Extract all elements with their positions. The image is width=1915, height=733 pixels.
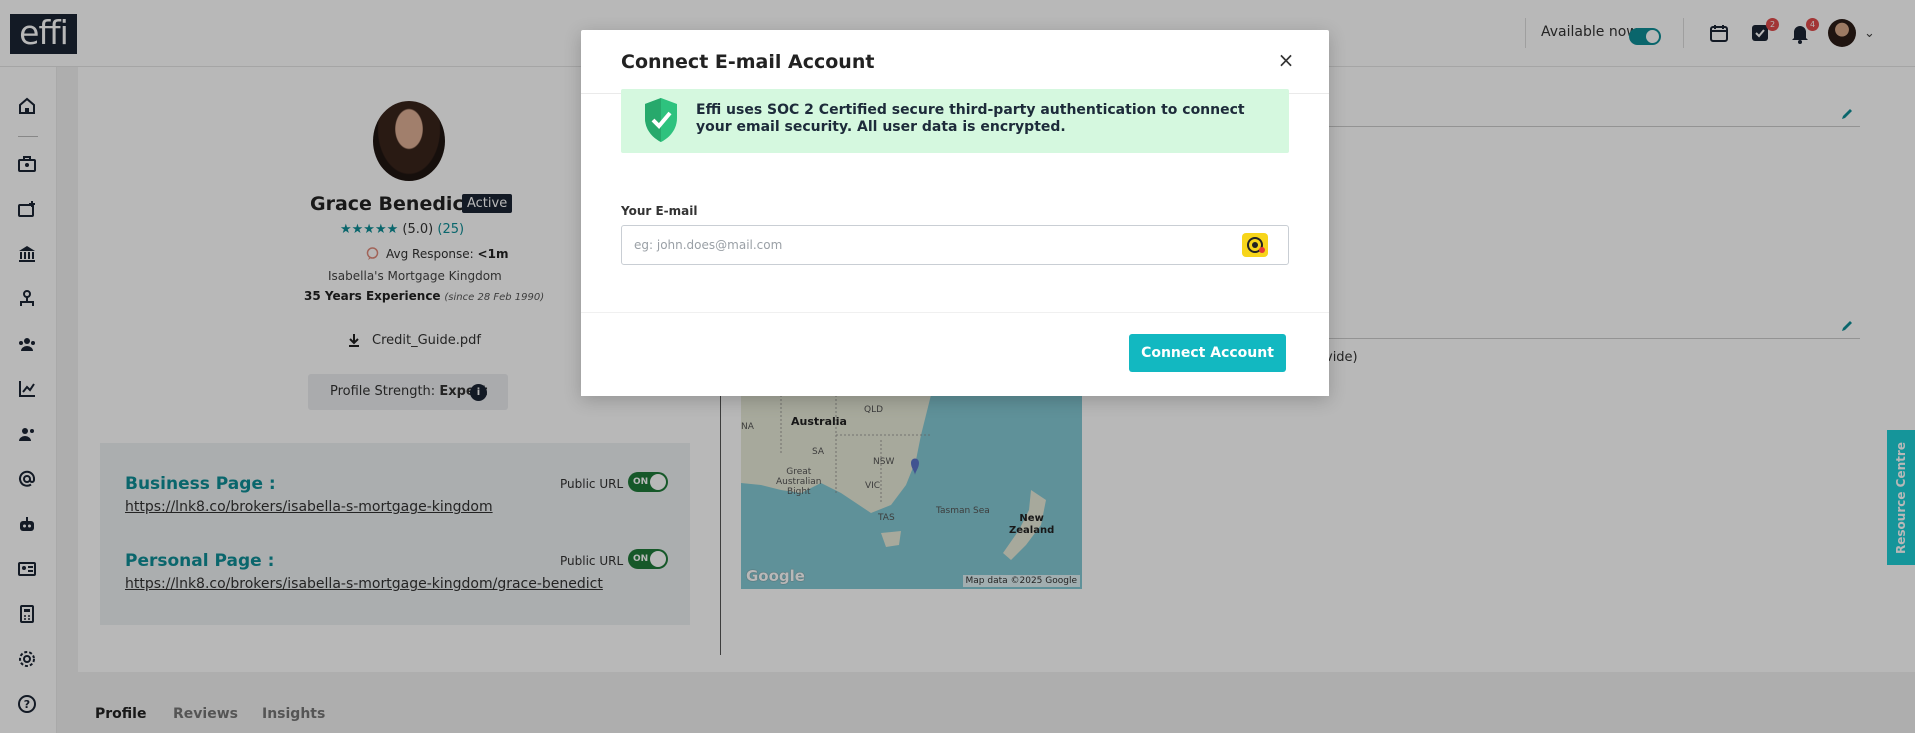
shield-check-icon bbox=[645, 98, 677, 142]
security-notice: Effi uses SOC 2 Certified secure third-p… bbox=[621, 89, 1289, 153]
password-manager-icon[interactable] bbox=[1242, 233, 1268, 257]
email-label: Your E-mail bbox=[621, 204, 698, 218]
connect-account-button[interactable]: Connect Account bbox=[1129, 334, 1286, 372]
modal-header: Connect E-mail Account × bbox=[581, 30, 1329, 94]
modal-title: Connect E-mail Account bbox=[621, 51, 875, 73]
connect-email-modal: Connect E-mail Account × Effi uses SOC 2… bbox=[581, 30, 1329, 396]
close-icon[interactable]: × bbox=[1274, 48, 1298, 72]
email-input[interactable] bbox=[621, 225, 1289, 265]
modal-footer: Connect Account bbox=[581, 312, 1329, 396]
security-notice-text: Effi uses SOC 2 Certified secure third-p… bbox=[696, 102, 1245, 135]
